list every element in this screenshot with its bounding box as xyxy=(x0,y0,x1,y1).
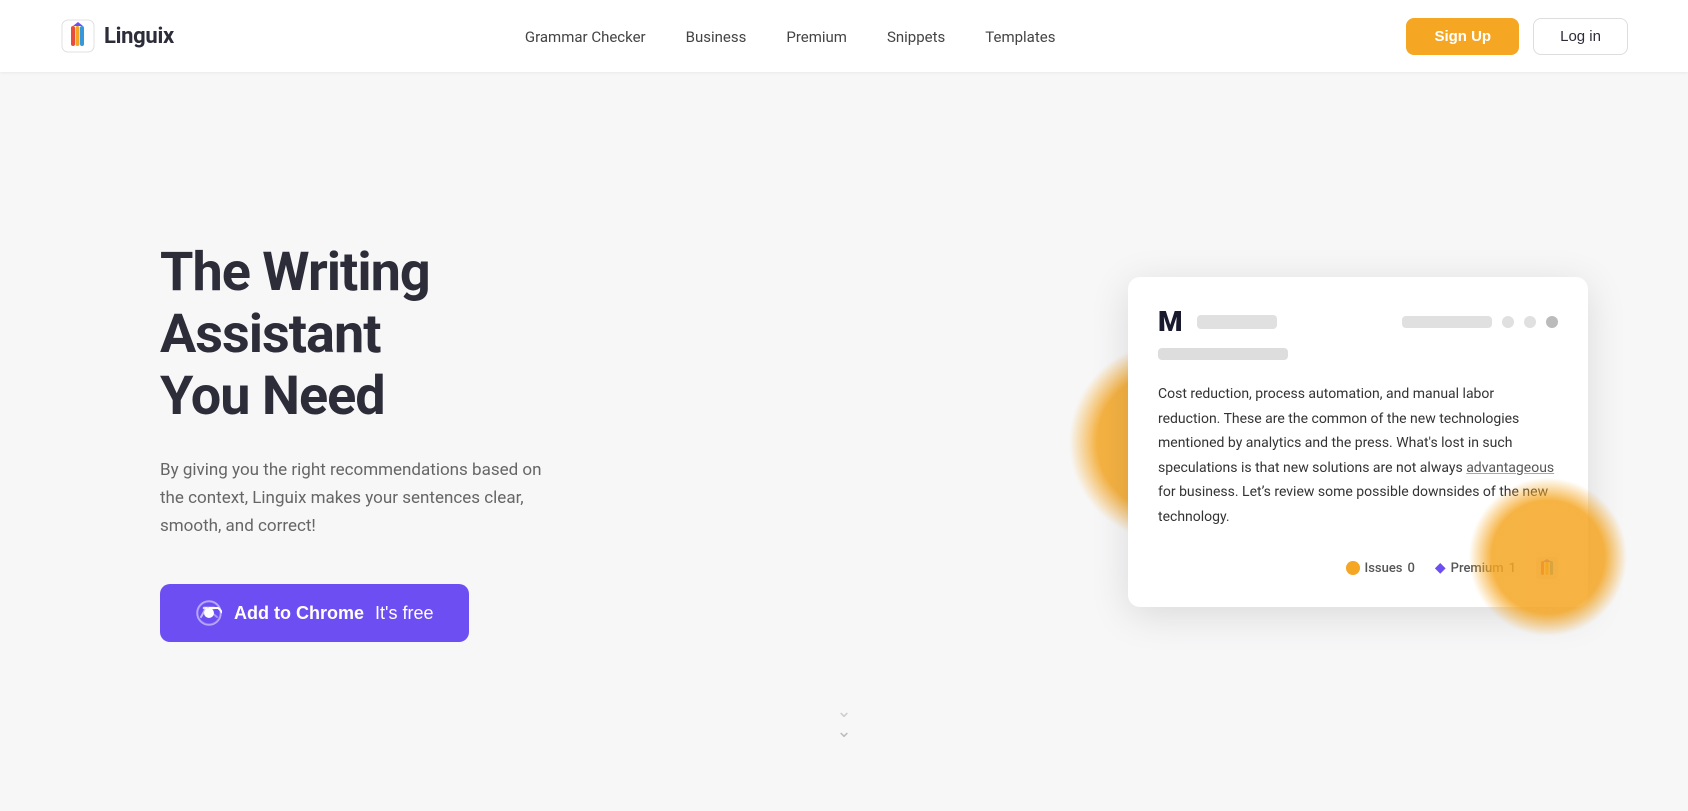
card-title-placeholder xyxy=(1197,315,1277,329)
card-dot-1 xyxy=(1502,316,1514,328)
nav-links: Grammar Checker Business Premium Snippet… xyxy=(525,27,1056,46)
hero-title-line1: The Writing Assistant xyxy=(160,241,430,366)
logo-link[interactable]: Linguix xyxy=(60,18,174,54)
card-bold-letter: M xyxy=(1158,305,1183,338)
nav-grammar-checker[interactable]: Grammar Checker xyxy=(525,28,646,46)
card-dot-2 xyxy=(1524,316,1536,328)
hero-right: M Cost reduction, process automation, an… xyxy=(1128,277,1588,607)
card-subtitle-placeholder xyxy=(1158,348,1288,360)
hero-subtitle: By giving you the right recommendations … xyxy=(160,456,560,540)
card-topbar: M xyxy=(1158,305,1558,338)
hero-section: The Writing Assistant You Need By giving… xyxy=(0,72,1688,792)
scroll-arrows: ⌄ ⌄ xyxy=(836,702,851,742)
card-topbar-bar xyxy=(1402,316,1492,328)
scroll-arrow-bottom: ⌄ xyxy=(836,722,851,742)
card-issues-badge: Issues 0 xyxy=(1346,561,1415,576)
decoration-blob-right xyxy=(1468,477,1628,637)
card-topbar-right xyxy=(1402,316,1558,328)
nav-premium[interactable]: Premium xyxy=(786,28,847,46)
issues-count: 0 xyxy=(1408,561,1415,576)
cta-main: Add to Chrome xyxy=(234,603,364,623)
hero-left: The Writing Assistant You Need By giving… xyxy=(160,242,640,642)
issues-label: Issues xyxy=(1365,561,1403,576)
hero-title: The Writing Assistant You Need xyxy=(160,242,640,428)
nav-business[interactable]: Business xyxy=(686,28,747,46)
hero-title-line2: You Need xyxy=(160,365,385,428)
scroll-arrow-top: ⌄ xyxy=(836,702,851,722)
nav-actions: Sign Up Log in xyxy=(1406,18,1628,55)
premium-gem-icon: ◆ xyxy=(1435,560,1446,576)
nav-templates[interactable]: Templates xyxy=(985,28,1055,46)
signup-button[interactable]: Sign Up xyxy=(1406,18,1519,55)
nav-snippets[interactable]: Snippets xyxy=(887,28,945,46)
issues-dot-icon xyxy=(1346,561,1360,575)
login-button[interactable]: Log in xyxy=(1533,18,1628,55)
add-to-chrome-button[interactable]: Add to Chrome It's free xyxy=(160,584,469,642)
navbar: Linguix Grammar Checker Business Premium… xyxy=(0,0,1688,72)
card-topbar-left: M xyxy=(1158,305,1277,338)
logo-icon xyxy=(60,18,96,54)
card-linked-word[interactable]: advantageous xyxy=(1466,460,1554,476)
card-dot-3 xyxy=(1546,316,1558,328)
chrome-icon xyxy=(196,600,222,626)
cta-text: Add to Chrome It's free xyxy=(234,603,433,624)
cta-sub: It's free xyxy=(375,603,433,623)
logo-text: Linguix xyxy=(104,24,174,49)
